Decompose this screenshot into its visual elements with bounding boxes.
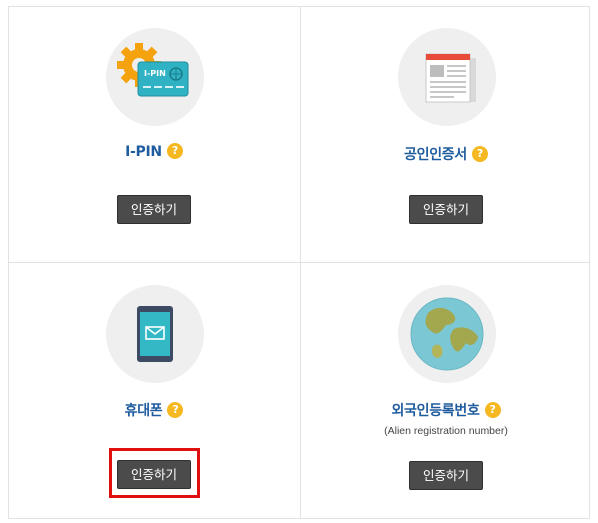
certificate-document-icon xyxy=(425,53,476,103)
certificate-label-text: 공인인증서 xyxy=(404,147,467,163)
auth-option-ipin: I-PIN I-PIN? 인증하기 xyxy=(9,7,299,262)
mobile-phone-mail-icon xyxy=(137,306,173,362)
auth-method-grid: I-PIN I-PIN? 인증하기 공인인증서? 인증하기 휴대폰 ? 인증하기… xyxy=(8,6,590,519)
alien-sublabel: (Alien registration number) xyxy=(384,425,508,437)
alien-verify-button[interactable]: 인증하기 xyxy=(409,461,483,490)
certificate-icon-circle xyxy=(398,28,496,126)
alien-label-text: 외국인등록번호 xyxy=(391,403,480,419)
ipin-icon-circle: I-PIN xyxy=(106,28,204,126)
help-icon[interactable]: ? xyxy=(167,402,184,418)
ipin-label: I-PIN? xyxy=(9,143,299,160)
auth-option-alien-registration: 외국인등록번호? (Alien registration number) 인증하… xyxy=(301,263,591,519)
help-icon[interactable]: ? xyxy=(166,143,183,159)
mobile-label: 휴대폰? xyxy=(9,400,299,420)
ipin-verify-button[interactable]: 인증하기 xyxy=(117,195,191,224)
help-icon[interactable]: ? xyxy=(471,146,488,162)
auth-option-certificate: 공인인증서? 인증하기 xyxy=(301,7,591,262)
auth-option-mobile: 휴대폰? 인증하기 xyxy=(9,263,299,519)
selection-highlight xyxy=(109,448,200,498)
mobile-label-text: 휴대폰 xyxy=(124,403,163,419)
mobile-icon-circle xyxy=(106,285,204,383)
certificate-verify-button[interactable]: 인증하기 xyxy=(409,195,483,224)
certificate-label: 공인인증서? xyxy=(301,144,591,164)
globe-icon xyxy=(410,297,484,371)
ipin-card-gear-icon: I-PIN xyxy=(117,43,189,97)
help-icon[interactable]: ? xyxy=(484,402,501,418)
globe-icon-circle xyxy=(398,285,496,383)
alien-label: 외국인등록번호? xyxy=(301,400,591,420)
ipin-label-text: I-PIN xyxy=(125,144,162,160)
ipin-card-text: I-PIN xyxy=(144,69,166,78)
